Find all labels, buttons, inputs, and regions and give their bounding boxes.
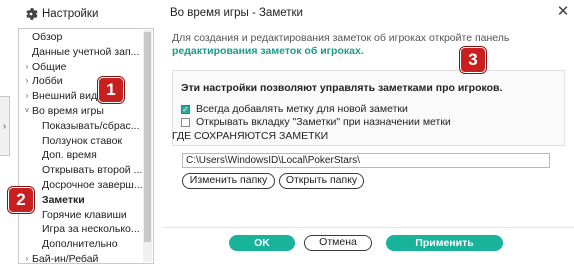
sidebar-item[interactable]: Обзор	[19, 30, 143, 45]
nav-scrollbar[interactable]	[143, 30, 152, 262]
open-notes-tab-option[interactable]: Открывать вкладку "Заметки" при назначен…	[181, 116, 451, 128]
sidebar-item-label: Данные учетной зап...	[32, 45, 140, 58]
open-notes-tab-text: Открывать вкладку "Заметки" при назначен…	[196, 116, 451, 128]
ok-button[interactable]: OK	[229, 235, 295, 251]
sidebar-item[interactable]: Заметки	[19, 193, 143, 208]
sidebar-item-label: Доп. время	[42, 149, 97, 162]
notes-settings-panel: Для создания и редактирования заметок об…	[164, 28, 574, 274]
sidebar-item-label: Показывать/сбрас...	[42, 119, 140, 132]
footer-divider	[164, 227, 574, 228]
sidebar-item[interactable]: Досрочное заверш...	[19, 178, 143, 193]
nav-list: Обзор Данные учетной зап... › Общие › Лобби › В…	[19, 30, 143, 264]
apply-changes-button[interactable]: Применить изменения	[386, 235, 503, 265]
callout-badge-1: 1	[98, 77, 124, 103]
gear-icon	[26, 8, 38, 20]
sidebar-item-label: Дополнительно	[42, 238, 118, 251]
chevron-right-icon[interactable]: ›	[22, 60, 32, 75]
sidebar-item-label: Обзор	[32, 31, 63, 43]
sidebar-item[interactable]: › Лобби	[19, 74, 143, 89]
sidebar-item-label: Горячие клавиши	[42, 208, 127, 221]
sidebar-item[interactable]: › Внешний вид с...	[19, 89, 143, 104]
sidebar-item-label: Общие	[32, 60, 67, 73]
open-folder-button[interactable]: Открыть папку	[279, 173, 364, 189]
sidebar-toggle-handle[interactable]: ›	[0, 96, 10, 156]
sidebar-item[interactable]: Показывать/сбрас...	[19, 119, 143, 134]
intro-text-body: Для создания и редактирования заметок об…	[172, 32, 510, 44]
sidebar-item-label: Заметки	[42, 193, 85, 206]
notes-options-title: Эти настройки позволяют управлять заметк…	[181, 82, 503, 94]
sidebar-item[interactable]: Дополнительно	[19, 237, 143, 252]
app-title: Настройки	[24, 7, 98, 21]
sidebar-item-label: Бай-ин/Ребай	[32, 252, 99, 264]
chevron-down-icon[interactable]: ˅	[22, 104, 32, 119]
sidebar-item[interactable]: Игра за несколько...	[19, 222, 143, 237]
sidebar-item[interactable]: Доп. время	[19, 148, 143, 163]
chevron-right-icon[interactable]: ›	[22, 89, 32, 104]
app-title-text: Настройки	[42, 8, 99, 20]
callout-badge-2: 2	[8, 187, 34, 213]
sidebar-item-label: Открывать второй ...	[42, 164, 143, 177]
sidebar-item-label: Во время игры	[32, 104, 104, 117]
save-location-heading: ГДЕ СОХРАНЯЮТСЯ ЗАМЕТКИ	[172, 130, 329, 142]
sidebar-item-label: Игра за несколько...	[42, 223, 140, 236]
settings-nav-tree: Обзор Данные учетной зап... › Общие › Лобби › В…	[18, 28, 154, 264]
chevron-right-icon[interactable]: ›	[22, 252, 32, 263]
sidebar-item[interactable]: Данные учетной зап...	[19, 45, 143, 60]
cancel-button[interactable]: Отмена	[304, 235, 372, 251]
page-title: Во время игры - Заметки	[170, 7, 303, 19]
sidebar-item[interactable]: › Бай-ин/Ребай	[19, 252, 143, 264]
sidebar-item-label: Лобби	[32, 75, 63, 88]
close-icon[interactable]: ✕	[556, 4, 570, 20]
sidebar-item[interactable]: ˅ Во время игры	[19, 104, 143, 119]
notes-path-field[interactable]	[182, 153, 550, 168]
sidebar-item[interactable]: Ползунок ставок	[19, 134, 143, 149]
always-add-label-text: Всегда добавлять метку для новой заметки	[196, 103, 408, 115]
open-notes-tab-checkbox[interactable]	[181, 117, 190, 127]
edit-notes-link[interactable]: редактирования заметок об игроках.	[172, 45, 364, 57]
sidebar-item[interactable]: Открывать второй ...	[19, 163, 143, 178]
sidebar-item[interactable]: › Общие	[19, 60, 143, 75]
callout-badge-3: 3	[460, 47, 486, 73]
title-bar: Настройки Во время игры - Заметки ✕	[0, 0, 574, 28]
sidebar-item[interactable]: Горячие клавиши	[19, 208, 143, 223]
chevron-right-icon[interactable]: ›	[22, 74, 32, 89]
intro-text: Для создания и редактирования заметок об…	[172, 32, 567, 58]
chevron-right-icon: ›	[2, 120, 7, 132]
change-folder-button[interactable]: Изменить папку	[182, 173, 275, 189]
nav-scroll-thumb[interactable]	[144, 32, 151, 242]
sidebar-item-label: Досрочное заверш...	[42, 178, 143, 191]
sidebar-item-label: Ползунок ставок	[42, 134, 123, 147]
settings-window: Настройки Во время игры - Заметки ✕ › Об…	[0, 0, 574, 274]
always-add-label-option[interactable]: ✓ Всегда добавлять метку для новой замет…	[181, 103, 408, 115]
always-add-label-checkbox[interactable]: ✓	[181, 104, 190, 114]
